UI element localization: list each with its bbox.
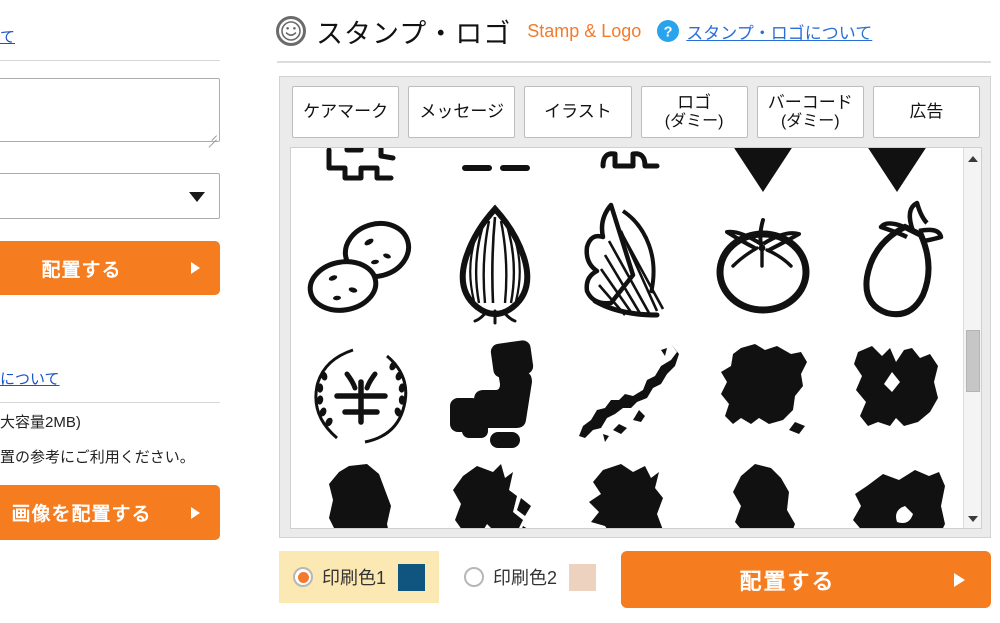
place-button[interactable]: 配置する: [621, 551, 991, 608]
stamp-miyagi-map-silhouette[interactable]: [433, 460, 557, 528]
bottom-bar: 印刷色1 印刷色2 配置する: [270, 551, 1000, 613]
tab-advertisement[interactable]: 広告: [872, 86, 981, 138]
place-button-label: 配置する: [739, 568, 836, 594]
sidebar-place-image-button[interactable]: 画像を配置する: [0, 485, 220, 540]
stamp-clipped-outline-shape-c[interactable]: [567, 148, 691, 194]
stamp-clipped-solid-triangle-b[interactable]: [835, 148, 959, 192]
right-arrow-icon: [191, 262, 200, 274]
category-tabs: ケアマーク メッセージ イラスト ロゴ (ダミー) バーコード (ダミー) 広告: [280, 77, 992, 147]
question-mark-icon[interactable]: ?: [657, 20, 680, 42]
stamp-clipped-solid-triangle-a[interactable]: [701, 148, 825, 192]
print-color-2-label: 印刷色2: [493, 568, 558, 588]
stamp-tomato-illustration[interactable]: [701, 204, 825, 324]
right-arrow-icon: [191, 506, 200, 519]
print-color-2-option[interactable]: 印刷色2: [450, 551, 610, 603]
sidebar-link-top[interactable]: て: [0, 26, 15, 47]
section-header: スタンプ・ロゴ Stamp & Logo ? スタンプ・ロゴについて: [270, 0, 1000, 62]
stamp-eggplant-illustration[interactable]: [835, 196, 959, 324]
tab-label: ロゴ: [677, 92, 712, 112]
stamp-clipped-outline-shape-b[interactable]: [433, 148, 557, 188]
print-color-1-label: 印刷色1: [322, 568, 387, 588]
stamp-onion-illustration[interactable]: [433, 198, 557, 326]
help-link[interactable]: スタンプ・ロゴについて: [686, 19, 872, 44]
stamp-yamagata-map-silhouette[interactable]: [701, 460, 825, 528]
sidebar-link-mid[interactable]: について: [0, 368, 60, 389]
tab-sublabel: (ダミー): [664, 112, 724, 130]
page-title: スタンプ・ロゴ: [316, 18, 512, 49]
tab-label: イラスト: [544, 101, 612, 121]
resize-grip-icon[interactable]: [205, 128, 217, 148]
tab-barcode[interactable]: バーコード (ダミー): [756, 86, 864, 138]
stamp-clipped-outline-shape-a[interactable]: [299, 148, 423, 196]
stamp-akita-map-silhouette[interactable]: [567, 460, 691, 528]
tab-label: メッセージ: [419, 101, 505, 121]
sidebar-note-usage: 置の参考にご利用ください。: [0, 449, 195, 466]
stamp-leafy-greens-illustration[interactable]: [567, 196, 691, 324]
svg-text:?: ?: [664, 24, 673, 40]
stamp-aomori-map-silhouette[interactable]: [835, 334, 959, 454]
stamp-japan-map-silhouette[interactable]: [567, 334, 691, 454]
sidebar-divider-top: [0, 60, 220, 61]
sidebar-select[interactable]: [0, 173, 220, 219]
sidebar-note-capacity: 大容量2MB): [0, 414, 81, 431]
sidebar-place-button-label: 配置する: [41, 259, 122, 281]
page-subtitle: Stamp & Logo: [527, 20, 642, 41]
tab-label: 広告: [909, 101, 944, 121]
tab-logo[interactable]: ロゴ (ダミー): [640, 86, 748, 138]
left-sidebar: て 配置する について 大容量2MB) 置の参考にご利用ください。 画像を配置す…: [0, 0, 220, 623]
right-arrow-icon: [954, 572, 965, 587]
sidebar-place-button[interactable]: 配置する: [0, 241, 220, 295]
sidebar-divider-mid: [0, 402, 220, 403]
print-color-1-radio[interactable]: [293, 567, 313, 587]
scroll-up-arrow-icon[interactable]: [964, 150, 981, 168]
tab-label: ケアマーク: [303, 101, 389, 121]
scrollbar-thumb[interactable]: [966, 330, 980, 392]
stamp-hokkaido-map-silhouette[interactable]: [701, 334, 825, 454]
tab-care-mark[interactable]: ケアマーク: [292, 86, 400, 138]
header-divider: [277, 61, 991, 63]
sidebar-textarea[interactable]: [0, 78, 220, 148]
smiley-stamp-icon: [276, 16, 306, 46]
tab-message[interactable]: メッセージ: [408, 86, 516, 138]
tab-illustration[interactable]: イラスト: [524, 86, 632, 138]
chevron-down-icon: [189, 192, 205, 202]
stamp-iwate-map-silhouette[interactable]: [299, 460, 423, 528]
sidebar-place-image-button-label: 画像を配置する: [11, 504, 152, 525]
radio-dot-icon: [297, 571, 309, 583]
tab-sublabel: (ダミー): [780, 112, 840, 130]
stamp-gallery: [290, 147, 982, 529]
print-color-1-swatch[interactable]: [398, 563, 426, 591]
gallery-scrollbar[interactable]: [963, 148, 981, 528]
print-color-2-radio[interactable]: [464, 567, 484, 587]
stamp-fukushima-map-silhouette[interactable]: [835, 460, 959, 528]
stamp-gallery-grid: [291, 148, 965, 528]
stamp-potato-illustration[interactable]: [299, 204, 423, 324]
page-root: て 配置する について 大容量2MB) 置の参考にご利用ください。 画像を配置す…: [0, 0, 1000, 623]
stamp-rice-kanji-wreath-illustration[interactable]: [299, 334, 423, 454]
print-color-2-swatch[interactable]: [569, 563, 597, 591]
tab-label: バーコード: [767, 92, 853, 112]
stamp-seat-chair-icon[interactable]: [433, 334, 557, 454]
scroll-down-arrow-icon[interactable]: [964, 510, 981, 528]
main-panel: スタンプ・ロゴ Stamp & Logo ? スタンプ・ロゴについて ケアマーク…: [270, 0, 1000, 623]
print-color-1-option[interactable]: 印刷色1: [279, 551, 440, 603]
stamp-picker-panel: ケアマーク メッセージ イラスト ロゴ (ダミー) バーコード (ダミー) 広告: [279, 76, 991, 538]
